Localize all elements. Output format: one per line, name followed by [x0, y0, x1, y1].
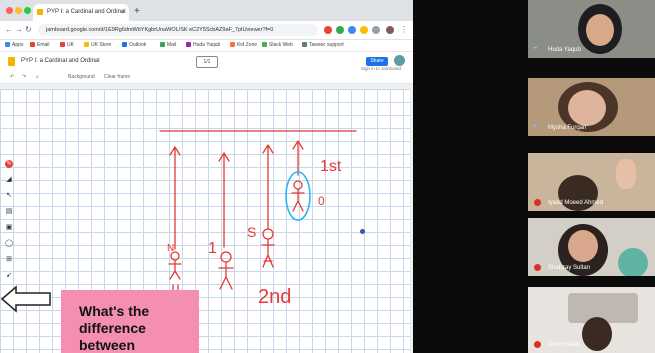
bookmark-item[interactable]: UK [60, 41, 74, 50]
jamboard-toolbar: ↶ ↷ ⌕ Background Clear frame [0, 71, 413, 84]
undo-icon[interactable]: ↶ [10, 73, 14, 81]
url-text: jamboard.google.com/d/1E9Rg6dmWbYKgbrUna… [46, 27, 274, 33]
participant-tile[interactable]: ••• Huda Yaqub [528, 0, 655, 58]
participant-tile[interactable]: ••• Mysha Furqan [528, 78, 655, 136]
arrow-up [292, 140, 304, 176]
mic-off-icon [534, 341, 541, 348]
share-button[interactable]: Share [366, 57, 388, 66]
mic-off-icon [534, 199, 541, 206]
stick-figure [261, 228, 275, 268]
forward-icon[interactable]: → [15, 24, 23, 36]
arrow-up [169, 146, 181, 250]
profile-avatar[interactable] [386, 26, 394, 34]
label-s: S [247, 224, 256, 240]
speaking-indicator-icon: ••• [533, 124, 537, 130]
bookmarks-bar: Apps Email UK UK Store Outlook Mail Huda… [0, 40, 413, 52]
arrow-up [262, 144, 274, 230]
sticky-note-text: What's the difference between [79, 303, 150, 353]
zoom-icon[interactable]: ⌕ [36, 73, 39, 81]
extension-icon[interactable] [372, 26, 380, 34]
jamboard-header: PYP I: a Cardinal and Ordinal 1/1 Share … [0, 52, 413, 71]
label-n: N [167, 243, 174, 254]
extension-icon[interactable] [324, 26, 332, 34]
label-one: 1 [208, 240, 217, 257]
maximize-window-icon[interactable] [24, 7, 31, 14]
browser-menu-icon[interactable]: ⋮ [400, 24, 408, 36]
participant-name: Iyaad Moeed Ahmed [548, 200, 604, 206]
bookmark-item[interactable]: Email [30, 41, 50, 50]
mic-off-icon [534, 264, 541, 271]
tab-title: PYP I: a Cardinal and Ordinal [47, 9, 126, 15]
participant-name: Huda Yaqub [548, 47, 581, 53]
label-second: 2nd [258, 286, 291, 308]
browser-window: PYP I: a Cardinal and Ordinal × + ← → ↻ … [0, 0, 413, 353]
bookmark-item[interactable]: Apps [5, 41, 23, 50]
extension-icon[interactable] [360, 26, 368, 34]
jamboard-favicon-icon [37, 9, 43, 15]
participant-tile[interactable]: Shahzay Sultan [528, 218, 655, 276]
participant-name: Omer Habib [548, 342, 581, 348]
close-tab-icon[interactable]: × [121, 4, 125, 21]
participant-name: Shahzay Sultan [548, 265, 591, 271]
back-icon[interactable]: ← [5, 24, 13, 36]
eraser-icon[interactable]: ◢ [5, 176, 13, 184]
jamboard-logo-icon [8, 57, 15, 66]
redo-icon[interactable]: ↷ [22, 73, 26, 81]
stick-figure [218, 251, 234, 290]
laser-icon[interactable]: ➹ [5, 272, 13, 280]
label-zero: 0 [318, 194, 325, 208]
participant-name: Mysha Furqan [548, 125, 587, 131]
shape-icon[interactable]: ◯ [5, 240, 13, 248]
stick-figure [168, 251, 182, 280]
stick-figure [291, 180, 305, 212]
text-box-icon[interactable]: ⊞ [5, 256, 13, 264]
browser-toolbar: ← → ↻ jamboard.google.com/d/1E9Rg6dmWbYK… [0, 21, 413, 40]
image-icon[interactable]: ▣ [5, 224, 13, 232]
speaking-indicator-icon: ••• [533, 46, 537, 52]
clear-frame-button[interactable]: Clear frame [104, 73, 130, 81]
sticky-note-icon[interactable]: ▤ [5, 208, 13, 216]
bookmark-item[interactable]: Huda Yaqub [186, 41, 220, 50]
extension-icon[interactable] [336, 26, 344, 34]
address-bar[interactable]: jamboard.google.com/d/1E9Rg6dmWbYKgbrUna… [38, 24, 318, 36]
sticky-note[interactable]: What's the difference between [61, 290, 199, 353]
account-avatar[interactable] [394, 55, 405, 66]
reload-icon[interactable]: ↻ [25, 24, 32, 36]
bookmark-item[interactable]: Slack Web [262, 41, 293, 50]
new-tab-icon[interactable]: + [134, 5, 140, 19]
whiteboard-canvas[interactable]: N 1 S 2nd 1st 0 What's the difference be… [0, 89, 410, 353]
bookmark-item[interactable]: Tawsec support [302, 41, 344, 50]
participant-tile[interactable]: Iyaad Moeed Ahmed [528, 153, 655, 211]
label-first: 1st [320, 158, 342, 175]
tab-strip: PYP I: a Cardinal and Ordinal × + [0, 0, 413, 21]
browser-tab[interactable]: PYP I: a Cardinal and Ordinal × [33, 4, 129, 21]
left-arrow-shape[interactable] [0, 284, 55, 314]
extension-icon[interactable] [348, 26, 356, 34]
select-icon[interactable]: ↖ [5, 192, 13, 200]
close-window-icon[interactable] [6, 7, 13, 14]
frame-bar-button[interactable]: 1/1 [196, 56, 218, 68]
arrow-up [218, 152, 230, 248]
bookmark-item[interactable]: Mail [160, 41, 176, 50]
minimize-window-icon[interactable] [15, 7, 22, 14]
bookmark-item[interactable]: Outlook [122, 41, 146, 50]
participant-tile[interactable]: Omer Habib [528, 287, 655, 353]
pointer-dot [360, 229, 365, 234]
background-button[interactable]: Background [68, 73, 95, 81]
canvas-area: N 1 S 2nd 1st 0 What's the difference be… [0, 84, 413, 353]
bookmark-item[interactable]: UK Store [84, 41, 111, 50]
jam-toolbox: ✎ ◢ ↖ ▤ ▣ ◯ ⊞ ➹ [3, 158, 15, 288]
jam-title[interactable]: PYP I: a Cardinal and Ordinal [21, 56, 100, 66]
bookmark-item[interactable]: Kid Zone [230, 41, 257, 50]
pen-tool-icon[interactable]: ✎ [5, 160, 13, 168]
